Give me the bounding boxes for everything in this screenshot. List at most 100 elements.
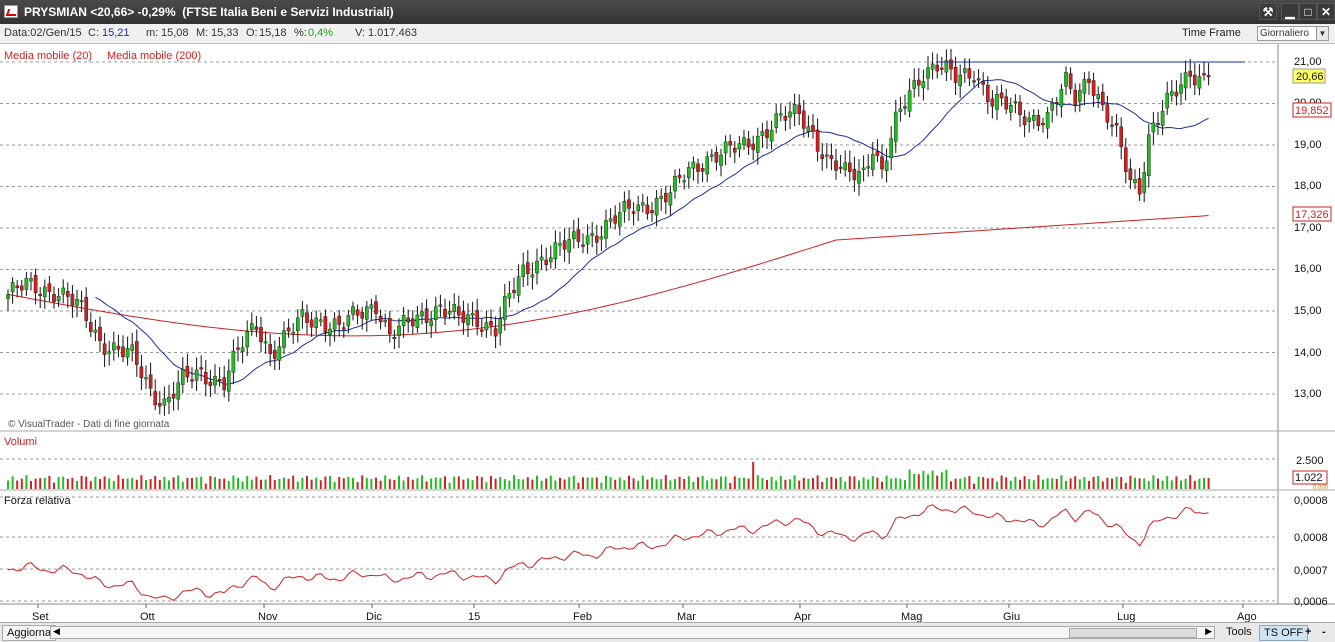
volume-bar [66,478,69,489]
candle-body [125,348,130,358]
volume-bar [605,475,607,489]
volume-bar [402,480,405,489]
volume-bar [462,479,465,489]
time-scrollbar[interactable]: ◀ ▶ [50,626,1215,639]
volume-bar [181,481,184,489]
volume-bar [1147,481,1150,489]
chart-area[interactable]: Media mobile (20) Media mobile (200) © V… [0,44,1335,623]
candle-body [134,341,139,365]
volume-bar [384,475,387,489]
candle-body [512,289,516,293]
candle-body [654,197,659,216]
candle-body [199,367,204,370]
volume-bar [683,478,686,489]
candle-body [461,311,466,323]
volume-bar [439,478,442,489]
chevron-down-icon: ▼ [1316,27,1328,40]
timeframe-select[interactable]: Giornaliero ▼ [1257,26,1329,41]
price-tick: 13,00 [1294,388,1322,400]
scroll-thumb[interactable] [1069,628,1197,638]
candle-body [176,382,181,400]
zoom-out-button[interactable]: - [1318,625,1330,641]
candle-body [15,285,20,289]
candle-body [567,239,571,253]
volume-bar [342,478,345,489]
candle-body [185,365,190,378]
candle-body [558,243,562,246]
volume-bar [1000,475,1003,489]
volume-bar [1065,480,1067,489]
candle-body [314,317,319,328]
volume-bar [674,479,676,489]
tools-icon[interactable]: ⚒ [1259,3,1277,20]
candle-body [544,259,548,266]
candle-body [940,67,944,70]
candle-body [309,319,314,328]
candle-body [397,325,401,336]
candle-body [217,378,222,382]
candle-body [884,160,889,171]
candle-body [10,282,15,293]
volume-bar [232,475,235,489]
candle-body [806,126,811,132]
rs-tick: 0,0008 [1294,495,1328,507]
candle-body [1082,79,1087,94]
volume-bar [126,478,129,489]
candle-body [728,141,732,146]
volume-bar [844,481,847,489]
volume-bar [306,476,308,489]
candle-body [1100,91,1105,106]
volume-bar [1120,477,1123,489]
candle-body [153,391,158,406]
minimize-button[interactable]: ▁ [1281,3,1299,20]
volume-current: 1.022 [1295,472,1323,484]
candle-body [622,201,627,212]
zoom-in-button[interactable]: + [1301,625,1315,641]
candle-body [1054,102,1059,104]
update-button[interactable]: Aggiorna [2,625,57,641]
volume-bar [963,477,966,489]
volume-bar [361,475,364,489]
timeframe-button[interactable]: Time Frame [1182,27,1241,39]
volume-bar [554,480,557,489]
volume-bar [237,477,239,489]
candle-body [162,398,167,406]
candle-body [249,323,254,330]
volume-bar [568,477,571,489]
volume-bar [986,478,989,489]
candle-body [838,166,843,169]
volume-bar [950,481,952,489]
maximize-button[interactable]: □ [1299,3,1317,20]
candle-body [576,229,581,242]
volume-bar [48,475,51,489]
volume-bar [697,477,699,489]
close-button[interactable]: ✕ [1317,3,1335,20]
candle-body [254,326,259,331]
candle-body [1009,105,1013,113]
volume-bar [117,475,120,489]
volume-bar [1092,476,1095,489]
candle-body [986,84,990,102]
volume-bar [1184,478,1187,489]
candle-body [203,372,208,385]
pct-value: 0,4% [308,27,334,39]
candle-body [406,317,411,323]
candle-body [1114,122,1119,126]
volume-bar [784,479,787,489]
volume-bar [752,461,755,489]
volume-bar [812,478,814,489]
volume-bar [448,482,451,489]
month-label: Set [32,611,49,622]
volume-bar [89,481,92,489]
scroll-left-icon[interactable]: ◀ [53,626,60,637]
tools-button[interactable]: Tools [1222,625,1256,641]
candle-body [328,328,332,335]
candle-body [286,327,291,332]
current-price: 20,66 [1296,71,1324,83]
volume-bar [30,481,32,489]
volume-bar [296,481,299,489]
price-chart[interactable]: Media mobile (20) Media mobile (200) © V… [0,44,1335,623]
volume-bar [135,479,138,489]
scroll-right-icon[interactable]: ▶ [1205,626,1212,637]
candle-body [999,92,1004,99]
